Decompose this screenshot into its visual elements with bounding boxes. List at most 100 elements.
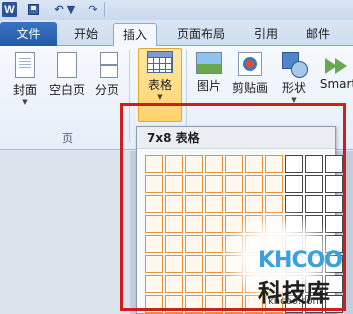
- table-grid-cell[interactable]: [145, 155, 163, 173]
- save-icon[interactable]: [27, 2, 40, 17]
- table-grid-cell[interactable]: [265, 255, 283, 273]
- table-button[interactable]: 表格 ▼: [138, 48, 182, 122]
- table-grid-cell[interactable]: [165, 275, 183, 293]
- table-grid-cell[interactable]: [165, 215, 183, 233]
- table-grid-cell[interactable]: [145, 235, 163, 253]
- cover-page-button[interactable]: 封面 ▼: [8, 50, 42, 122]
- word-logo-icon[interactable]: W: [2, 2, 17, 17]
- tab-insert[interactable]: 插入: [113, 23, 157, 47]
- document-page[interactable]: [0, 151, 130, 314]
- blank-page-button[interactable]: 空白页: [46, 50, 88, 122]
- redo-icon[interactable]: ↷: [86, 2, 100, 17]
- table-grid-cell[interactable]: [185, 175, 203, 193]
- table-grid-cell[interactable]: [225, 275, 243, 293]
- table-grid-cell[interactable]: [245, 155, 263, 173]
- table-grid-cell[interactable]: [285, 295, 303, 313]
- table-grid-cell[interactable]: [205, 175, 223, 193]
- tab-references[interactable]: 引用: [244, 23, 288, 46]
- table-grid-cell[interactable]: [285, 235, 303, 253]
- table-grid-cell[interactable]: [245, 255, 263, 273]
- table-grid-cell[interactable]: [285, 195, 303, 213]
- table-grid-cell[interactable]: [325, 195, 343, 213]
- tab-page-layout[interactable]: 页面布局: [165, 23, 237, 46]
- table-grid-cell[interactable]: [325, 235, 343, 253]
- table-grid-cell[interactable]: [265, 175, 283, 193]
- table-grid-cell[interactable]: [145, 215, 163, 233]
- table-grid-cell[interactable]: [165, 155, 183, 173]
- shapes-button[interactable]: 形状 ▼: [279, 50, 309, 122]
- table-grid-cell[interactable]: [245, 275, 263, 293]
- table-grid-cell[interactable]: [205, 235, 223, 253]
- smartart-button[interactable]: Smart: [316, 50, 353, 122]
- table-grid-cell[interactable]: [145, 255, 163, 273]
- table-grid-cell[interactable]: [165, 175, 183, 193]
- undo-dropdown-icon[interactable]: ▼: [67, 2, 75, 17]
- undo-icon[interactable]: ↶: [52, 2, 66, 17]
- table-grid-cell[interactable]: [305, 255, 323, 273]
- table-grid-cell[interactable]: [185, 255, 203, 273]
- table-grid-cell[interactable]: [185, 295, 203, 313]
- table-grid-cell[interactable]: [305, 235, 323, 253]
- table-grid-cell[interactable]: [285, 155, 303, 173]
- table-grid-cell[interactable]: [185, 235, 203, 253]
- table-grid-cell[interactable]: [305, 295, 323, 313]
- table-grid-cell[interactable]: [265, 215, 283, 233]
- table-grid-cell[interactable]: [245, 195, 263, 213]
- table-grid-cell[interactable]: [145, 275, 163, 293]
- picture-button[interactable]: 图片: [193, 50, 225, 122]
- table-grid-cell[interactable]: [305, 275, 323, 293]
- table-grid-cell[interactable]: [185, 155, 203, 173]
- table-grid-cell[interactable]: [265, 235, 283, 253]
- table-grid-cell[interactable]: [145, 175, 163, 193]
- table-grid-cell[interactable]: [225, 155, 243, 173]
- table-grid-cell[interactable]: [205, 215, 223, 233]
- table-grid-cell[interactable]: [225, 255, 243, 273]
- table-grid-cell[interactable]: [165, 235, 183, 253]
- table-grid-cell[interactable]: [305, 195, 323, 213]
- table-grid-cell[interactable]: [225, 215, 243, 233]
- table-grid-cell[interactable]: [265, 195, 283, 213]
- table-grid-cell[interactable]: [245, 215, 263, 233]
- table-grid-cell[interactable]: [165, 295, 183, 313]
- table-grid-cell[interactable]: [245, 175, 263, 193]
- table-grid-cell[interactable]: [285, 275, 303, 293]
- table-grid-cell[interactable]: [245, 295, 263, 313]
- table-grid-cell[interactable]: [205, 155, 223, 173]
- tab-file[interactable]: 文件: [0, 22, 57, 46]
- table-grid-cell[interactable]: [165, 195, 183, 213]
- table-grid-cell[interactable]: [225, 195, 243, 213]
- table-grid-cell[interactable]: [265, 155, 283, 173]
- page-break-button[interactable]: 分页: [90, 50, 124, 122]
- table-grid-cell[interactable]: [325, 155, 343, 173]
- table-grid-cell[interactable]: [185, 275, 203, 293]
- table-grid-cell[interactable]: [205, 255, 223, 273]
- table-grid-cell[interactable]: [165, 255, 183, 273]
- table-grid-cell[interactable]: [205, 295, 223, 313]
- table-grid-cell[interactable]: [285, 175, 303, 193]
- tab-mailings[interactable]: 邮件: [296, 23, 340, 46]
- table-grid-cell[interactable]: [265, 295, 283, 313]
- table-grid-cell[interactable]: [225, 295, 243, 313]
- table-grid-cell[interactable]: [325, 215, 343, 233]
- table-grid-cell[interactable]: [305, 155, 323, 173]
- table-grid-cell[interactable]: [325, 275, 343, 293]
- table-grid-cell[interactable]: [325, 175, 343, 193]
- clip-art-button[interactable]: 剪贴画: [229, 50, 271, 122]
- table-grid-cell[interactable]: [185, 215, 203, 233]
- table-grid-cell[interactable]: [285, 255, 303, 273]
- table-grid-cell[interactable]: [305, 215, 323, 233]
- tab-home[interactable]: 开始: [62, 23, 110, 46]
- table-grid-cell[interactable]: [325, 295, 343, 313]
- table-grid-cell[interactable]: [225, 235, 243, 253]
- table-grid-cell[interactable]: [145, 295, 163, 313]
- table-grid-cell[interactable]: [325, 255, 343, 273]
- table-grid-cell[interactable]: [205, 275, 223, 293]
- table-grid-cell[interactable]: [305, 175, 323, 193]
- table-grid-cell[interactable]: [185, 195, 203, 213]
- table-grid-cell[interactable]: [265, 275, 283, 293]
- table-grid-cell[interactable]: [225, 175, 243, 193]
- table-grid[interactable]: [145, 155, 343, 313]
- table-grid-cell[interactable]: [285, 215, 303, 233]
- table-grid-cell[interactable]: [205, 195, 223, 213]
- table-grid-cell[interactable]: [145, 195, 163, 213]
